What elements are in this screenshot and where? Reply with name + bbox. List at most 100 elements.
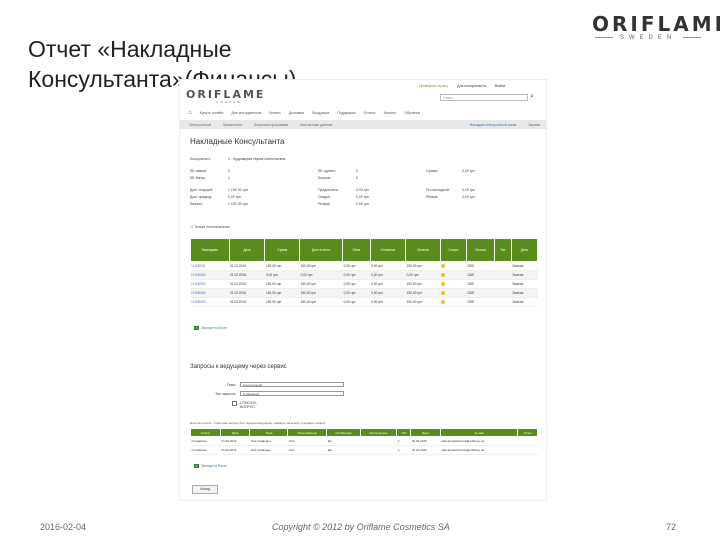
subnav-right-order[interactable]: Наладим электронный заказ [464,123,523,127]
nav-item[interactable]: Каталог [380,111,401,115]
col-header[interactable]: Оплачено [369,238,407,262]
cell-invoice[interactable]: Н-000004 [190,288,230,298]
nav-item[interactable]: Обучение [400,111,424,115]
cell: 01.02.2016 [229,270,265,280]
col-header[interactable]: Дата [410,428,441,437]
cell: Эконом [511,288,538,298]
cell: Test Catalogue [249,436,288,446]
info-label: ББ бонус: [190,176,206,180]
cell: 150,00 грн [405,297,441,307]
request-type-select[interactable]: Сообщение [240,391,344,396]
cell: Да [326,445,361,455]
cell-invoice[interactable]: Н-000001 [190,261,230,271]
col-header[interactable]: E-mail [439,428,519,437]
nav-item[interactable]: Бизнес [265,111,285,115]
col-header[interactable]: Накладная [190,238,230,262]
cell: 01.02.2016 [229,288,265,298]
top-link-consultant[interactable]: Для консультанта [454,83,489,89]
request-note: Если вы хотите, чтобы ваш вопрос был пер… [190,421,327,425]
cell: 150,00 грн [299,288,343,298]
search-icon[interactable]: ⌕ [530,93,538,101]
unpaid-only-checkbox[interactable]: ☐ Только неоплаченные [190,225,230,229]
info-value: 0 [228,169,230,173]
table-row[interactable]: Отправлен 01.02.2016 Test Catalogue Test Да 1… [190,436,538,446]
invoices-table: Накладная Дата Сумма Долг в нетто Пени О… [190,238,539,307]
table-row[interactable]: Н-000003 01.02.2016 150,00 грн 150,00 грн 0,… [190,279,538,289]
nav-item[interactable]: Для инструментов [227,111,265,115]
export-excel-link[interactable]: X Экспорт в Excel [194,464,227,468]
table-row[interactable]: Н-000005 01.02.2016 150,00 грн 150,00 грн 0,… [190,297,538,307]
col-header[interactable]: Дата [228,238,266,262]
subnav-item[interactable]: Зачисления [217,123,248,127]
cell: DDE [466,297,495,307]
info-label: По накладной: [426,188,450,192]
requests-heading: Запросы к ведущему через сервис [190,364,287,370]
col-header[interactable]: Сообщение [326,428,361,437]
write-question-checkbox[interactable] [232,401,237,406]
search-input[interactable]: Поиск [440,94,528,101]
col-header[interactable]: Статус [439,238,467,262]
col-header[interactable]: Пени [342,238,371,262]
cell: 0,00 грн [370,279,406,289]
nav-item[interactable]: Отчеты [360,111,380,115]
col-header[interactable]: Остаток [405,238,441,262]
topic-label: Тема: [226,383,236,387]
col-header[interactable]: Долг в нетто [299,238,344,262]
subnav-item[interactable]: Контактные данные [294,123,338,127]
nav-item[interactable]: Поддержка [333,111,359,115]
col-header[interactable]: Пользователь [287,428,328,437]
col-header[interactable]: Дата [510,238,539,262]
back-button[interactable]: Назад [192,485,218,494]
col-header[interactable]: Сумма [264,238,301,262]
col-header[interactable]: Тип [396,428,412,437]
info-label: Сумма: [426,169,438,173]
cell: Отправлен [190,445,221,455]
cell: 0,00 грн [370,261,406,271]
nav-item[interactable]: Доставка [285,111,308,115]
cell: 01.02.2016 [410,436,441,446]
cell: 0,00 грн [342,297,371,307]
col-header[interactable]: Статус [190,428,221,437]
subnav-item[interactable]: Электронный [183,123,217,127]
cell [494,297,512,307]
col-header[interactable]: Оплата [465,238,495,262]
cell-email[interactable]: olga.konstantinova@oriflame.ua [440,436,518,446]
topic-select[interactable]: Консультации [240,382,344,387]
cell: 150,00 грн [264,297,300,307]
consultant-value: 1 - Кудрявцева Ирина Анатольевна [228,157,286,161]
col-header[interactable]: Тема [249,428,289,437]
status-dot [440,297,467,307]
table-row[interactable]: Отправлен 01.02.2016 Test Catalogue Test Да 1… [190,445,538,455]
info-label: ББ группы: [318,169,336,173]
cell-invoice[interactable]: Н-000003 [190,279,230,289]
write-question-label: СПИСАТЬ ВОПРОС [240,401,257,409]
cell: Test Catalogue [249,445,288,455]
subnav-item[interactable]: Бонусная программа [248,123,294,127]
cell: 01.02.2016 [220,436,250,446]
info-label: Резерв: [426,195,439,199]
cell: 1 [396,445,411,455]
info-label: Предоплата: [318,188,339,192]
nav-item[interactable]: Продукция [308,111,334,115]
table-row[interactable]: Н-000001 01.02.2016 150,00 грн 150,00 грн 0,… [190,261,538,271]
col-header[interactable]: Исполнитель [359,428,398,437]
export-excel-link[interactable]: X Экспорт в Excel [194,326,227,330]
cell-invoice[interactable]: Н-000005 [190,297,230,307]
home-icon[interactable]: ⌂ [184,110,196,116]
subnav-right-orders[interactable]: Заказы [522,123,546,127]
info-label: Бонусы: [318,176,332,180]
nav-item[interactable]: Купить онлайн [196,111,228,115]
col-header[interactable]: Ответ [517,428,538,437]
top-link-logout[interactable]: Выйти [492,83,508,89]
top-link-country[interactable]: Проверьте страну [416,83,451,89]
col-header[interactable]: Дата [219,428,251,437]
col-header[interactable]: Тип [493,238,512,262]
cell-email[interactable]: olga.konstantinova@oriflame.ua [440,445,518,455]
cell-invoice[interactable]: Н-000002 [190,270,230,280]
table-row[interactable]: Н-000004 01.02.2016 150,00 грн 150,00 грн 0,… [190,288,538,298]
checkbox-label: Только неоплаченные [194,225,230,229]
table-row[interactable]: Н-000002 01.02.2016 0,00 грн 0,00 грн 0,00 г… [190,270,538,280]
cell: 1 [396,436,411,446]
cell: 01.02.2016 [229,261,265,271]
cell: 01.02.2016 [229,297,265,307]
